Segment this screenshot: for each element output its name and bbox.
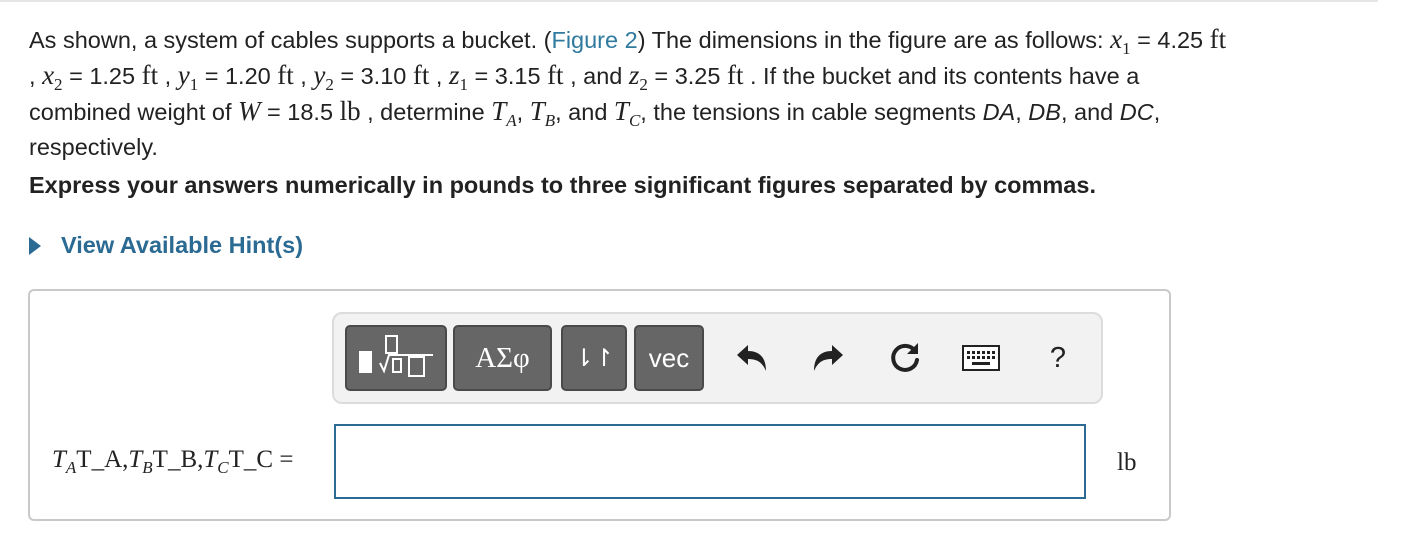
keyboard-icon [962, 345, 1000, 371]
redo-icon [814, 345, 843, 371]
problem-statement: As shown, a system of cables supports a … [29, 23, 1374, 163]
reset-button[interactable] [884, 336, 926, 380]
figure-link[interactable]: Figure 2 [551, 27, 637, 53]
answer-instruction: Express your answers numerically in poun… [29, 172, 1096, 198]
problem-line-1: As shown, a system of cables supports a … [29, 24, 1227, 58]
help-button[interactable]: ? [1040, 336, 1076, 380]
keyboard-button[interactable] [960, 336, 1002, 380]
greek-symbols-button[interactable]: ΑΣφ [453, 325, 552, 391]
top-divider [0, 0, 1378, 2]
redo-button[interactable] [808, 336, 848, 380]
templates-icon [359, 335, 433, 377]
view-hints-label[interactable]: View Available Hint(s) [61, 232, 303, 259]
problem-line-4: respectively. [29, 134, 158, 160]
expand-triangle-icon [29, 236, 41, 255]
subscript-superscript-button[interactable]: ⇂↾ [561, 325, 627, 391]
reset-icon [891, 343, 919, 372]
undo-button[interactable] [732, 336, 772, 380]
undo-icon [737, 345, 766, 371]
answer-input[interactable] [334, 424, 1086, 499]
unit-label: lb [1117, 449, 1137, 476]
vector-button[interactable]: vec [634, 325, 704, 391]
problem-line-3: combined weight of W = 18.5 lb , determi… [29, 96, 1161, 130]
templates-button[interactable] [345, 325, 447, 391]
answer-variable-label: TAT_A,TBT_B,TCT_C = [52, 446, 294, 477]
problem-line-2: , x2 = 1.25 ft , y1 = 1.20 ft , y2 = 3.1… [29, 60, 1140, 94]
view-hints-toggle[interactable]: View Available Hint(s) [29, 232, 303, 259]
math-toolbar: ΑΣφ ⇂↾ vec ? [332, 312, 1103, 404]
